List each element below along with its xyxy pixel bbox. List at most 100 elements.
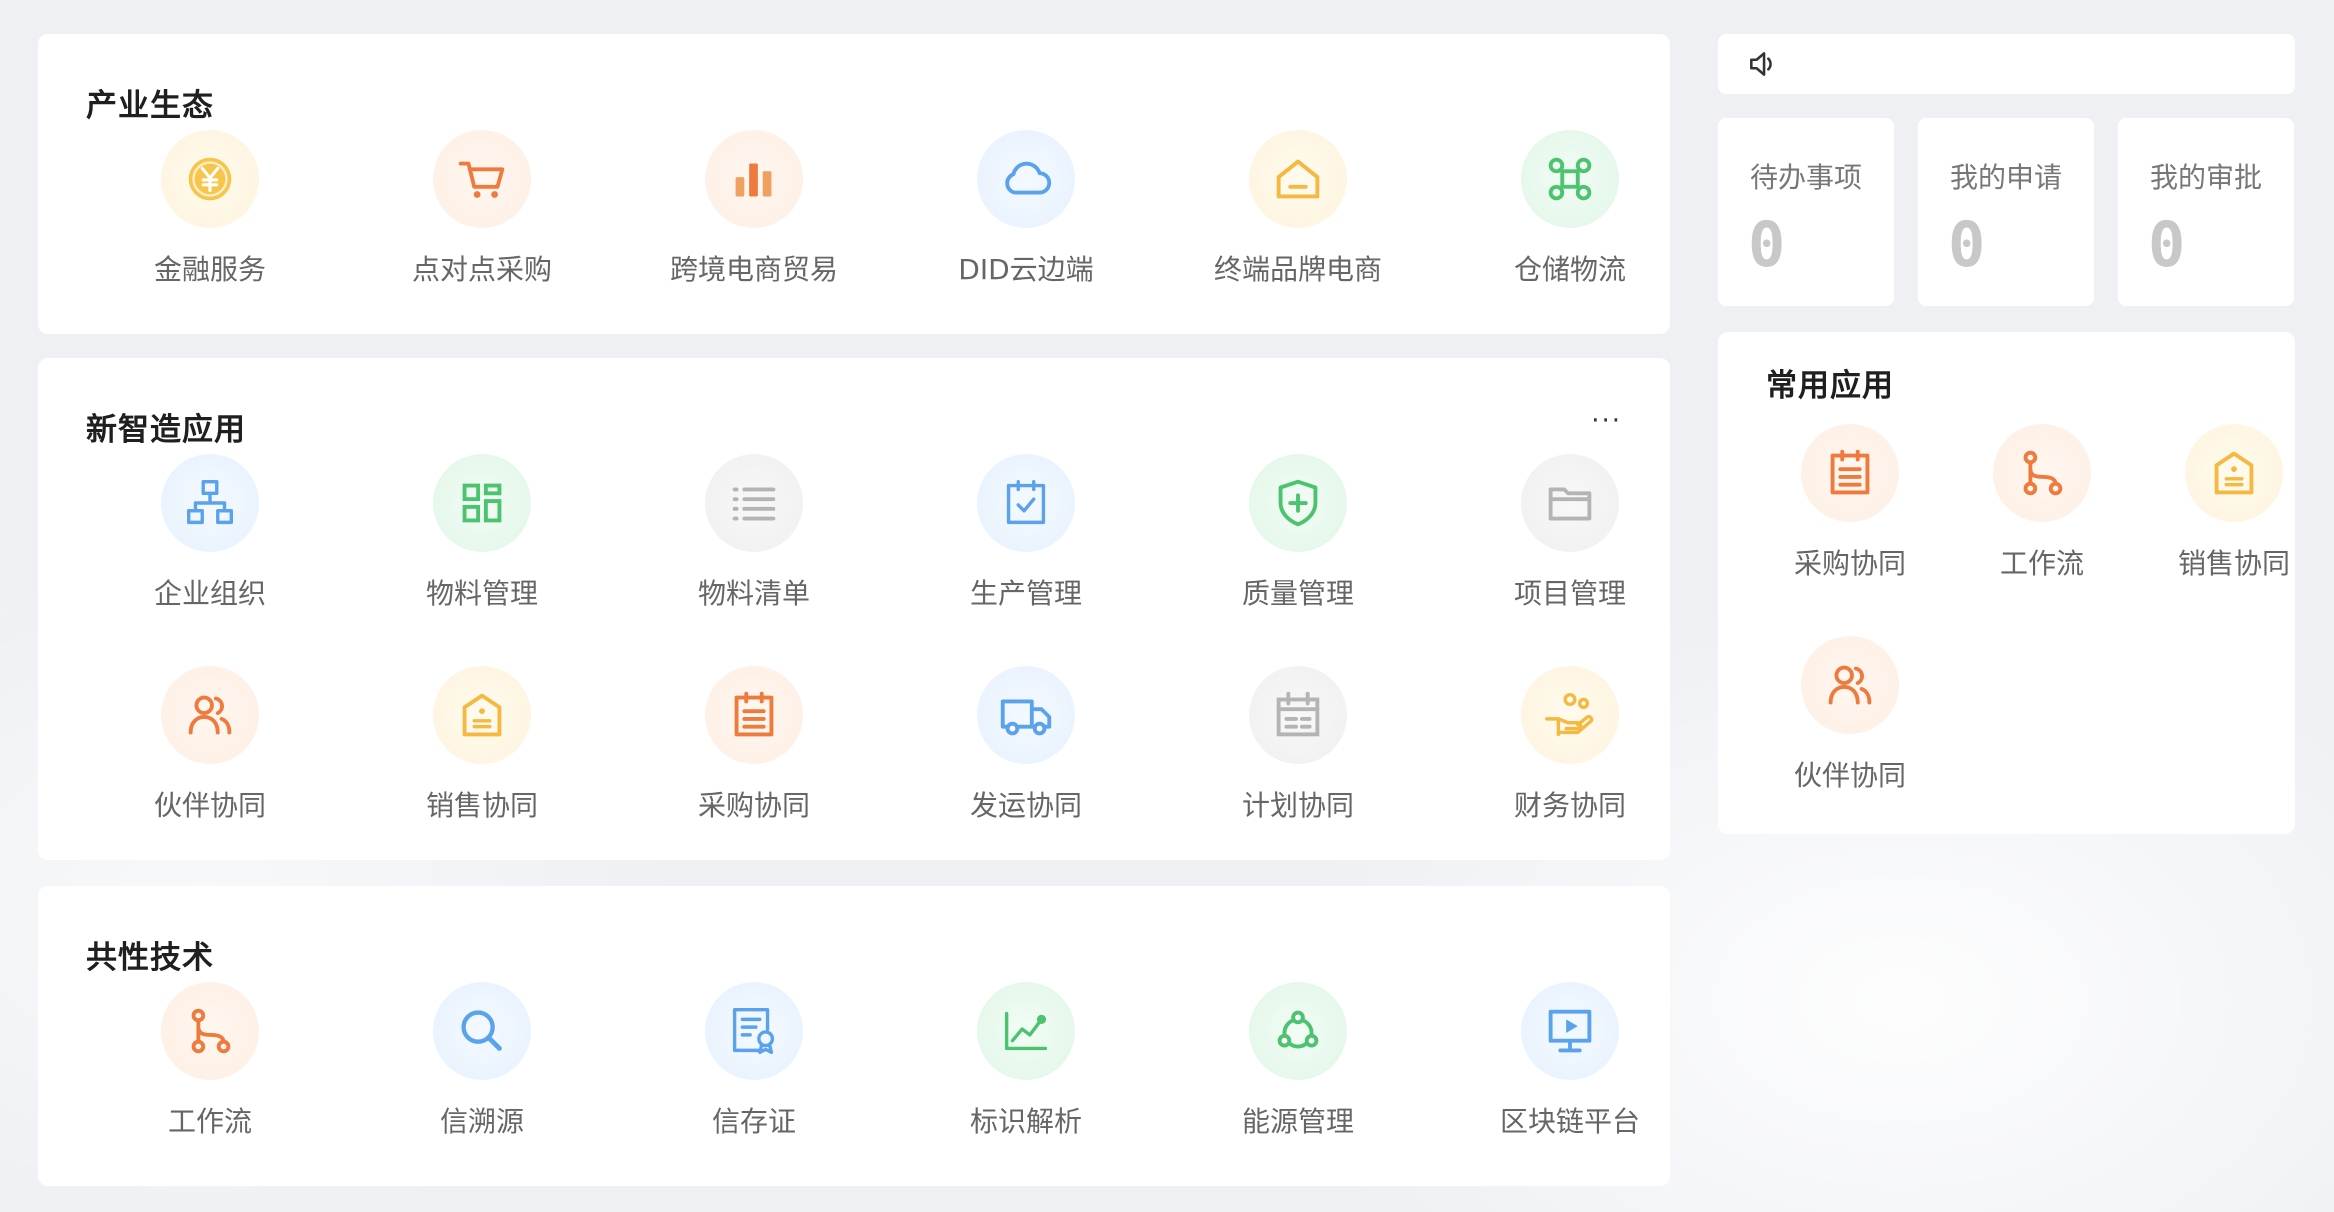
stat-card-todo[interactable]: 待办事项 0 (1718, 118, 1894, 306)
clipboard-icon (705, 666, 803, 764)
grid-blocks-icon (433, 454, 531, 552)
search-icon (433, 982, 531, 1080)
app-partner-collab[interactable]: 伙伴协同 (74, 666, 346, 824)
smart-manufacturing-card: 新智造应用 ··· 企业组织 物料管理 物料清单 生产管理 质量管理 项目管理 … (38, 358, 1670, 860)
app-did-cloud-edge[interactable]: DID云边端 (890, 130, 1162, 288)
app-label: 能源管理 (1241, 1105, 1354, 1138)
stat-value: 0 (2148, 208, 2186, 281)
app-blockchain-platform[interactable]: 区块链平台 (1434, 982, 1706, 1140)
app-label: DID云边端 (958, 253, 1094, 286)
app-label: 工作流 (1999, 547, 2084, 580)
truck-icon (977, 666, 1075, 764)
app-energy-management[interactable]: 能源管理 (1162, 982, 1434, 1140)
cloud-icon (977, 130, 1075, 228)
industry-ecosystem-card: 产业生态 金融服务 点对点采购 跨境电商贸易 DID云边端 终端品牌电商 仓储物… (38, 34, 1670, 334)
app-identity-resolution[interactable]: 标识解析 (890, 982, 1162, 1140)
clipboard-icon (1801, 424, 1899, 522)
common-app-purchase-collab[interactable]: 采购协同 (1754, 424, 1946, 582)
common-apps-card: 常用应用 采购协同 工作流 销售协同 伙伴协同 (1718, 332, 2295, 834)
app-trace-source[interactable]: 信溯源 (346, 982, 618, 1140)
tag-icon (2185, 424, 2283, 522)
app-label: 标识解析 (969, 1105, 1082, 1138)
shopping-cart-icon (433, 130, 531, 228)
yuan-coin-icon (161, 130, 259, 228)
stat-label: 我的申请 (1950, 161, 2063, 194)
app-material-management[interactable]: 物料管理 (346, 454, 618, 612)
industry-ecosystem-title: 产业生态 (86, 88, 214, 124)
tag-icon (433, 666, 531, 764)
app-terminal-brand-ecommerce[interactable]: 终端品牌电商 (1162, 130, 1434, 288)
app-finance-service[interactable]: 金融服务 (74, 130, 346, 288)
app-production-management[interactable]: 生产管理 (890, 454, 1162, 612)
app-project-management[interactable]: 项目管理 (1434, 454, 1706, 612)
common-apps-grid: 采购协同 工作流 销售协同 伙伴协同 (1754, 424, 2330, 794)
app-label: 采购协同 (1793, 547, 1906, 580)
stat-card-my-applications[interactable]: 我的申请 0 (1918, 118, 2094, 306)
common-app-workflow[interactable]: 工作流 (1946, 424, 2138, 582)
app-label: 工作流 (167, 1105, 252, 1138)
app-label: 点对点采购 (411, 253, 552, 286)
common-app-sales-collab[interactable]: 销售协同 (2138, 424, 2330, 582)
common-app-partner-collab[interactable]: 伙伴协同 (1754, 636, 1946, 794)
app-planning-collab[interactable]: 计划协同 (1162, 666, 1434, 824)
app-label: 物料清单 (697, 577, 810, 610)
app-label: 仓储物流 (1513, 253, 1626, 286)
common-tech-card: 共性技术 工作流 信溯源 信存证 标识解析 能源管理 区块链平台 (38, 886, 1670, 1186)
industry-ecosystem-grid: 金融服务 点对点采购 跨境电商贸易 DID云边端 终端品牌电商 仓储物流 (74, 130, 1706, 288)
app-sales-collab[interactable]: 销售协同 (346, 666, 618, 824)
clipboard-check-icon (977, 454, 1075, 552)
app-material-list[interactable]: 物料清单 (618, 454, 890, 612)
workflow-icon (1993, 424, 2091, 522)
app-label: 销售协同 (425, 789, 538, 822)
app-enterprise-org[interactable]: 企业组织 (74, 454, 346, 612)
common-apps-title: 常用应用 (1766, 368, 1894, 404)
folder-icon (1521, 454, 1619, 552)
app-label: 信存证 (711, 1105, 796, 1138)
trend-chart-icon (977, 982, 1075, 1080)
app-shipping-collab[interactable]: 发运协同 (890, 666, 1162, 824)
app-label: 金融服务 (153, 253, 266, 286)
app-label: 计划协同 (1241, 789, 1354, 822)
smart-manufacturing-title: 新智造应用 (86, 412, 246, 448)
app-label: 项目管理 (1513, 577, 1626, 610)
app-p2p-purchase[interactable]: 点对点采购 (346, 130, 618, 288)
app-label: 生产管理 (969, 577, 1082, 610)
app-cross-border-ecommerce[interactable]: 跨境电商贸易 (618, 130, 890, 288)
app-workflow[interactable]: 工作流 (74, 982, 346, 1140)
more-options-icon[interactable]: ··· (1591, 406, 1622, 436)
calendar-icon (1249, 666, 1347, 764)
network-icon (1249, 982, 1347, 1080)
app-label: 企业组织 (153, 577, 266, 610)
certificate-icon (705, 982, 803, 1080)
app-finance-collab[interactable]: 财务协同 (1434, 666, 1706, 824)
workflow-icon (161, 982, 259, 1080)
notice-bar[interactable] (1718, 34, 2295, 94)
command-key-icon (1521, 130, 1619, 228)
app-label: 终端品牌电商 (1213, 253, 1382, 286)
stat-label: 待办事项 (1750, 161, 1863, 194)
app-label: 伙伴协同 (153, 789, 266, 822)
users-icon (161, 666, 259, 764)
smart-manufacturing-grid: 企业组织 物料管理 物料清单 生产管理 质量管理 项目管理 伙伴协同 销售协同 … (74, 454, 1706, 824)
app-label: 质量管理 (1241, 577, 1354, 610)
org-chart-icon (161, 454, 259, 552)
app-warehouse-logistics[interactable]: 仓储物流 (1434, 130, 1706, 288)
app-label: 财务协同 (1513, 789, 1626, 822)
stat-label: 我的审批 (2150, 161, 2263, 194)
list-icon (705, 454, 803, 552)
app-label: 发运协同 (969, 789, 1082, 822)
stat-value: 0 (1748, 208, 1786, 281)
app-deposit-certificate[interactable]: 信存证 (618, 982, 890, 1140)
home-icon (1249, 130, 1347, 228)
shield-plus-icon (1249, 454, 1347, 552)
app-quality-management[interactable]: 质量管理 (1162, 454, 1434, 612)
presentation-icon (1521, 982, 1619, 1080)
common-tech-grid: 工作流 信溯源 信存证 标识解析 能源管理 区块链平台 (74, 982, 1706, 1140)
stat-value: 0 (1948, 208, 1986, 281)
app-label: 物料管理 (425, 577, 538, 610)
common-tech-title: 共性技术 (86, 940, 214, 976)
stat-card-my-approvals[interactable]: 我的审批 0 (2118, 118, 2294, 306)
users-icon (1801, 636, 1899, 734)
speaker-icon (1746, 47, 1780, 81)
app-purchase-collab[interactable]: 采购协同 (618, 666, 890, 824)
